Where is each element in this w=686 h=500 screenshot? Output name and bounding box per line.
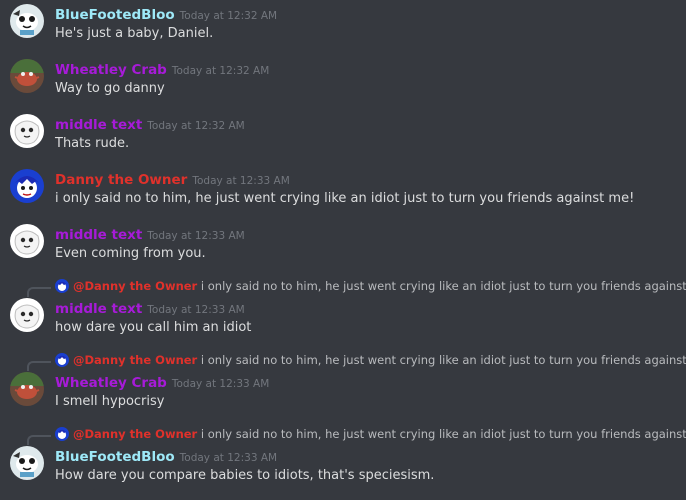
message-text: Way to go danny bbox=[55, 81, 165, 96]
message-header: middle text Today at 12:32 AM bbox=[55, 114, 245, 134]
username[interactable]: Danny the Owner bbox=[55, 172, 187, 188]
message-text: How dare you compare babies to idiots, t… bbox=[55, 468, 435, 483]
message-header: middle text Today at 12:33 AM bbox=[55, 224, 245, 244]
chat-message-list: BlueFootedBloo Today at 12:32 AM He's jus… bbox=[0, 0, 686, 500]
reply-preview[interactable]: @Danny the Owner i only said no to him, … bbox=[0, 352, 686, 371]
crab-avatar-icon[interactable] bbox=[10, 372, 44, 406]
message-text: Thats rude. bbox=[55, 136, 130, 151]
timestamp: Today at 12:33 AM bbox=[179, 452, 278, 464]
reply-mention[interactable]: @Danny the Owner bbox=[73, 279, 197, 293]
white-creature-avatar-icon[interactable] bbox=[10, 114, 44, 148]
reply-mention[interactable]: @Danny the Owner bbox=[73, 353, 197, 367]
reply-preview[interactable]: @Danny the Owner i only said no to him, … bbox=[0, 278, 686, 297]
reply-line: @Danny the Owner i only said no to him, … bbox=[73, 278, 686, 295]
crab-avatar-icon[interactable] bbox=[10, 59, 44, 93]
message-header: Danny the Owner Today at 12:33 AM bbox=[55, 169, 290, 189]
message-text: how dare you call him an idiot bbox=[55, 320, 252, 335]
blue-bird-avatar-icon[interactable] bbox=[10, 4, 44, 38]
message-header: BlueFootedBloo Today at 12:32 AM bbox=[55, 4, 277, 24]
timestamp: Today at 12:33 AM bbox=[147, 230, 245, 242]
reply-line: @Danny the Owner i only said no to him, … bbox=[73, 352, 686, 369]
message-header: Wheatley Crab Today at 12:33 AM bbox=[55, 372, 269, 392]
message-header: BlueFootedBloo Today at 12:33 AM bbox=[55, 446, 277, 466]
message: Wheatley Crab Today at 12:33 AM I smell h… bbox=[0, 372, 686, 416]
timestamp: Today at 12:33 AM bbox=[171, 378, 270, 390]
blue-hair-avatar-icon bbox=[55, 427, 69, 441]
reply-mention[interactable]: @Danny the Owner bbox=[73, 427, 197, 441]
reply-spine bbox=[27, 287, 51, 297]
message: Wheatley Crab Today at 12:32 AM Way to go… bbox=[0, 59, 686, 103]
reply-line: @Danny the Owner i only said no to him, … bbox=[73, 426, 686, 443]
message: Danny the Owner Today at 12:33 AM i only … bbox=[0, 169, 686, 213]
reply-spine bbox=[27, 435, 51, 445]
white-creature-avatar-icon[interactable] bbox=[10, 298, 44, 332]
message-header: middle text Today at 12:33 AM bbox=[55, 298, 245, 318]
message: BlueFootedBloo Today at 12:33 AM How dare… bbox=[0, 446, 686, 490]
blue-bird-avatar-icon[interactable] bbox=[10, 446, 44, 480]
blue-hair-avatar-icon bbox=[55, 353, 69, 367]
timestamp: Today at 12:33 AM bbox=[147, 304, 245, 316]
timestamp: Today at 12:32 AM bbox=[179, 10, 278, 22]
message: BlueFootedBloo Today at 12:32 AM He's jus… bbox=[0, 4, 686, 48]
reply-spine bbox=[27, 361, 51, 371]
message: middle text Today at 12:32 AM Thats rude. bbox=[0, 114, 686, 158]
message: middle text Today at 12:33 AM how dare yo… bbox=[0, 298, 686, 342]
message-text: He's just a baby, Daniel. bbox=[55, 26, 214, 41]
username[interactable]: Wheatley Crab bbox=[55, 375, 167, 391]
username[interactable]: Wheatley Crab bbox=[55, 62, 167, 78]
username[interactable]: middle text bbox=[55, 301, 142, 317]
username[interactable]: BlueFootedBloo bbox=[55, 449, 175, 465]
timestamp: Today at 12:33 AM bbox=[192, 175, 290, 187]
white-creature-avatar-icon[interactable] bbox=[10, 224, 44, 258]
message-text: i only said no to him, he just went cryi… bbox=[55, 191, 635, 206]
blue-hair-avatar-icon bbox=[55, 279, 69, 293]
reply-text[interactable]: i only said no to him, he just went cryi… bbox=[201, 427, 686, 441]
message-header: Wheatley Crab Today at 12:32 AM bbox=[55, 59, 269, 79]
message-text: Even coming from you. bbox=[55, 246, 206, 261]
message: middle text Today at 12:33 AM Even coming… bbox=[0, 224, 686, 268]
username[interactable]: middle text bbox=[55, 117, 142, 133]
username[interactable]: middle text bbox=[55, 227, 142, 243]
timestamp: Today at 12:32 AM bbox=[147, 120, 245, 132]
reply-text[interactable]: i only said no to him, he just went cryi… bbox=[201, 353, 686, 367]
timestamp: Today at 12:32 AM bbox=[171, 65, 270, 77]
username[interactable]: BlueFootedBloo bbox=[55, 7, 175, 23]
blue-hair-avatar-icon[interactable] bbox=[10, 169, 44, 203]
reply-text[interactable]: i only said no to him, he just went cryi… bbox=[201, 279, 686, 293]
message-text: I smell hypocrisy bbox=[55, 394, 165, 409]
reply-preview[interactable]: @Danny the Owner i only said no to him, … bbox=[0, 426, 686, 445]
